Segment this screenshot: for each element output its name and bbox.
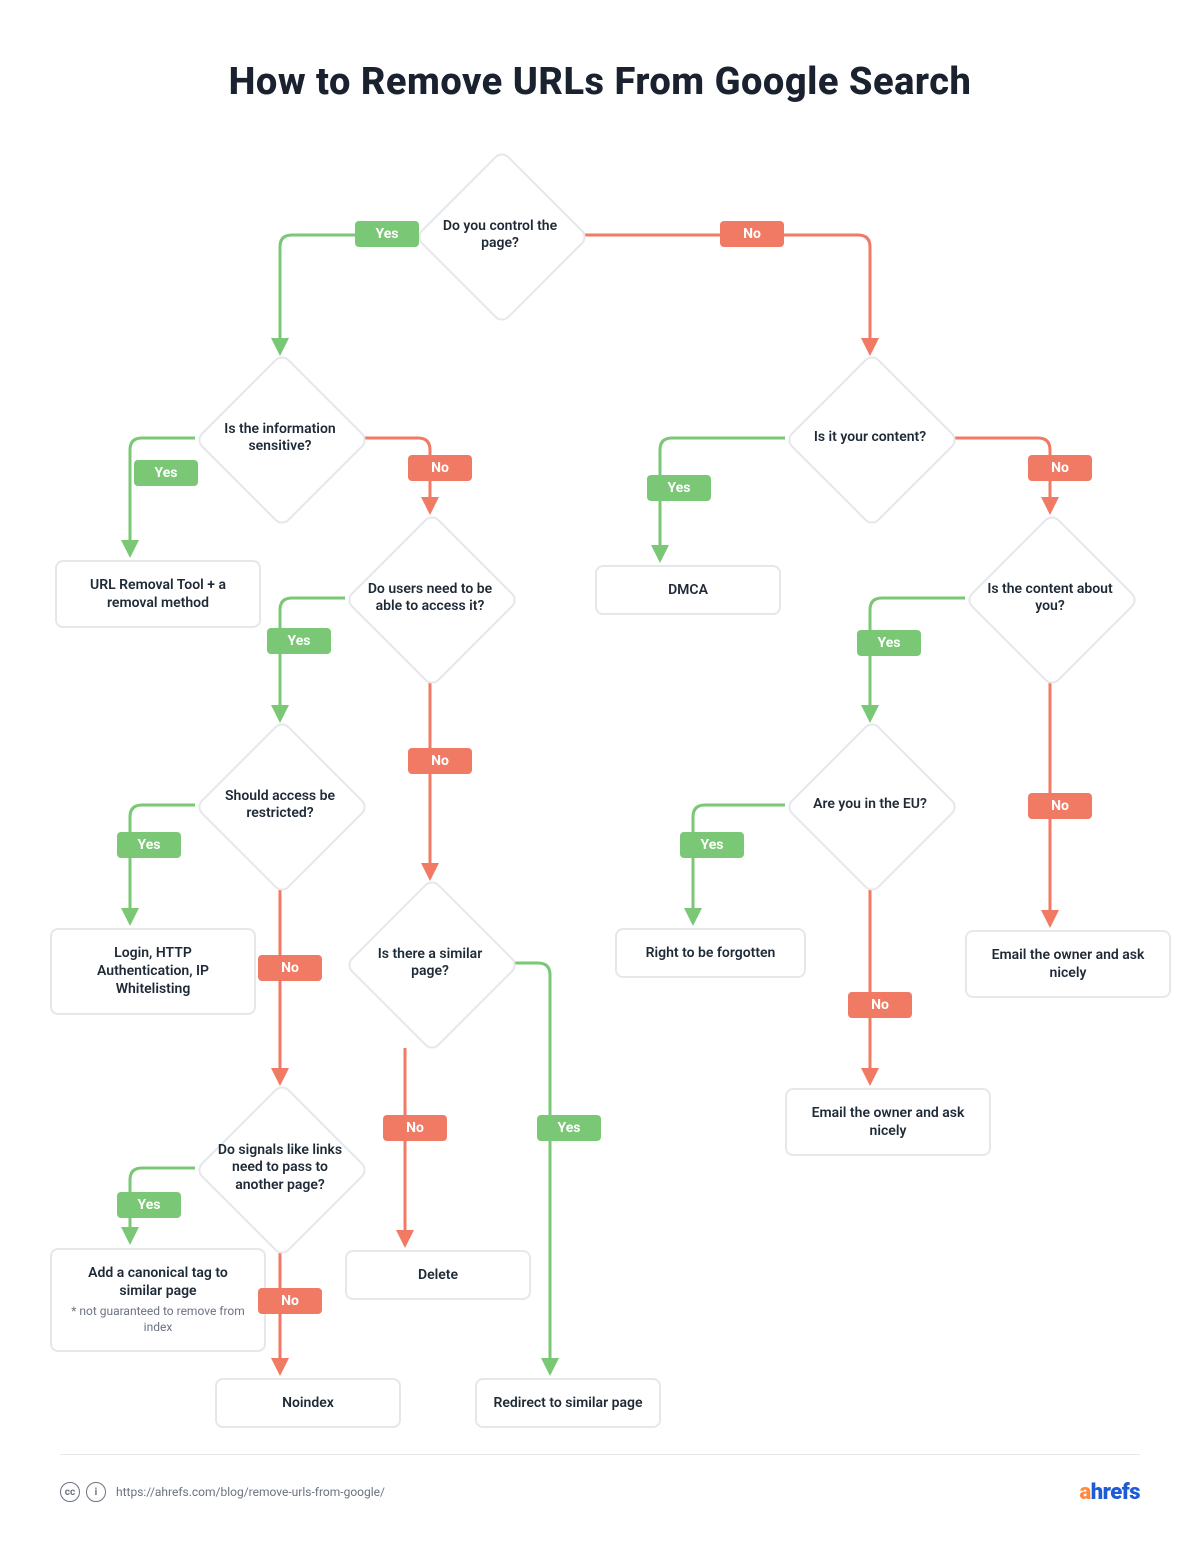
footer: cci https://ahrefs.com/blog/remove-urls-…: [60, 1454, 1140, 1517]
edge-badge: Yes: [647, 475, 711, 501]
edge-badge: No: [720, 221, 784, 247]
decision-in-eu: Are you in the EU?: [785, 720, 955, 890]
action-email-owner-2: Email the owner and ask nicely: [785, 1088, 991, 1156]
decision-information-sensitive: Is the information sensitive?: [195, 353, 365, 523]
action-email-owner-1: Email the owner and ask nicely: [965, 930, 1171, 998]
edge-badge: Yes: [355, 221, 419, 247]
edge-badge: Yes: [857, 630, 921, 656]
action-url-removal-tool: URL Removal Tool + a removal method: [55, 560, 261, 628]
decision-users-need-access: Do users need to be able to access it?: [345, 513, 515, 683]
edge-badge: No: [258, 1288, 322, 1314]
decision-content-about-you: Is the content about you?: [965, 513, 1135, 683]
edge-badge: No: [258, 955, 322, 981]
action-noindex: Noindex: [215, 1378, 401, 1428]
action-right-to-be-forgotten: Right to be forgotten: [615, 928, 806, 978]
edge-badge: No: [383, 1115, 447, 1141]
edge-badge: Yes: [537, 1115, 601, 1141]
decision-your-content: Is it your content?: [785, 353, 955, 523]
decision-similar-page: Is there a similar page?: [345, 878, 515, 1048]
brand-logo: ahrefs: [1080, 1480, 1141, 1505]
edge-badge: No: [848, 992, 912, 1018]
action-delete: Delete: [345, 1250, 531, 1300]
edge-badge: No: [408, 748, 472, 774]
edge-badge: Yes: [267, 628, 331, 654]
cc-license-icon: cci: [60, 1482, 106, 1502]
decision-signals-pass: Do signals like links need to pass to an…: [195, 1083, 365, 1253]
page-title: How to Remove URLs From Google Search: [0, 60, 1200, 104]
edge-badge: Yes: [134, 460, 198, 486]
decision-access-restricted: Should access be restricted?: [195, 720, 365, 890]
edge-badge: Yes: [117, 832, 181, 858]
action-dmca: DMCA: [595, 565, 781, 615]
decision-control-page: Do you control the page?: [415, 150, 585, 320]
edge-badge: No: [408, 455, 472, 481]
edge-badge: No: [1028, 455, 1092, 481]
action-canonical-tag: Add a canonical tag to similar page * no…: [50, 1248, 266, 1352]
attribution-url: https://ahrefs.com/blog/remove-urls-from…: [116, 1485, 385, 1499]
action-login-auth-ip: Login, HTTP Authentication, IP Whitelist…: [50, 928, 256, 1015]
edge-badge: Yes: [117, 1192, 181, 1218]
edge-badge: Yes: [680, 832, 744, 858]
edge-badge: No: [1028, 793, 1092, 819]
action-redirect-similar: Redirect to similar page: [475, 1378, 661, 1428]
